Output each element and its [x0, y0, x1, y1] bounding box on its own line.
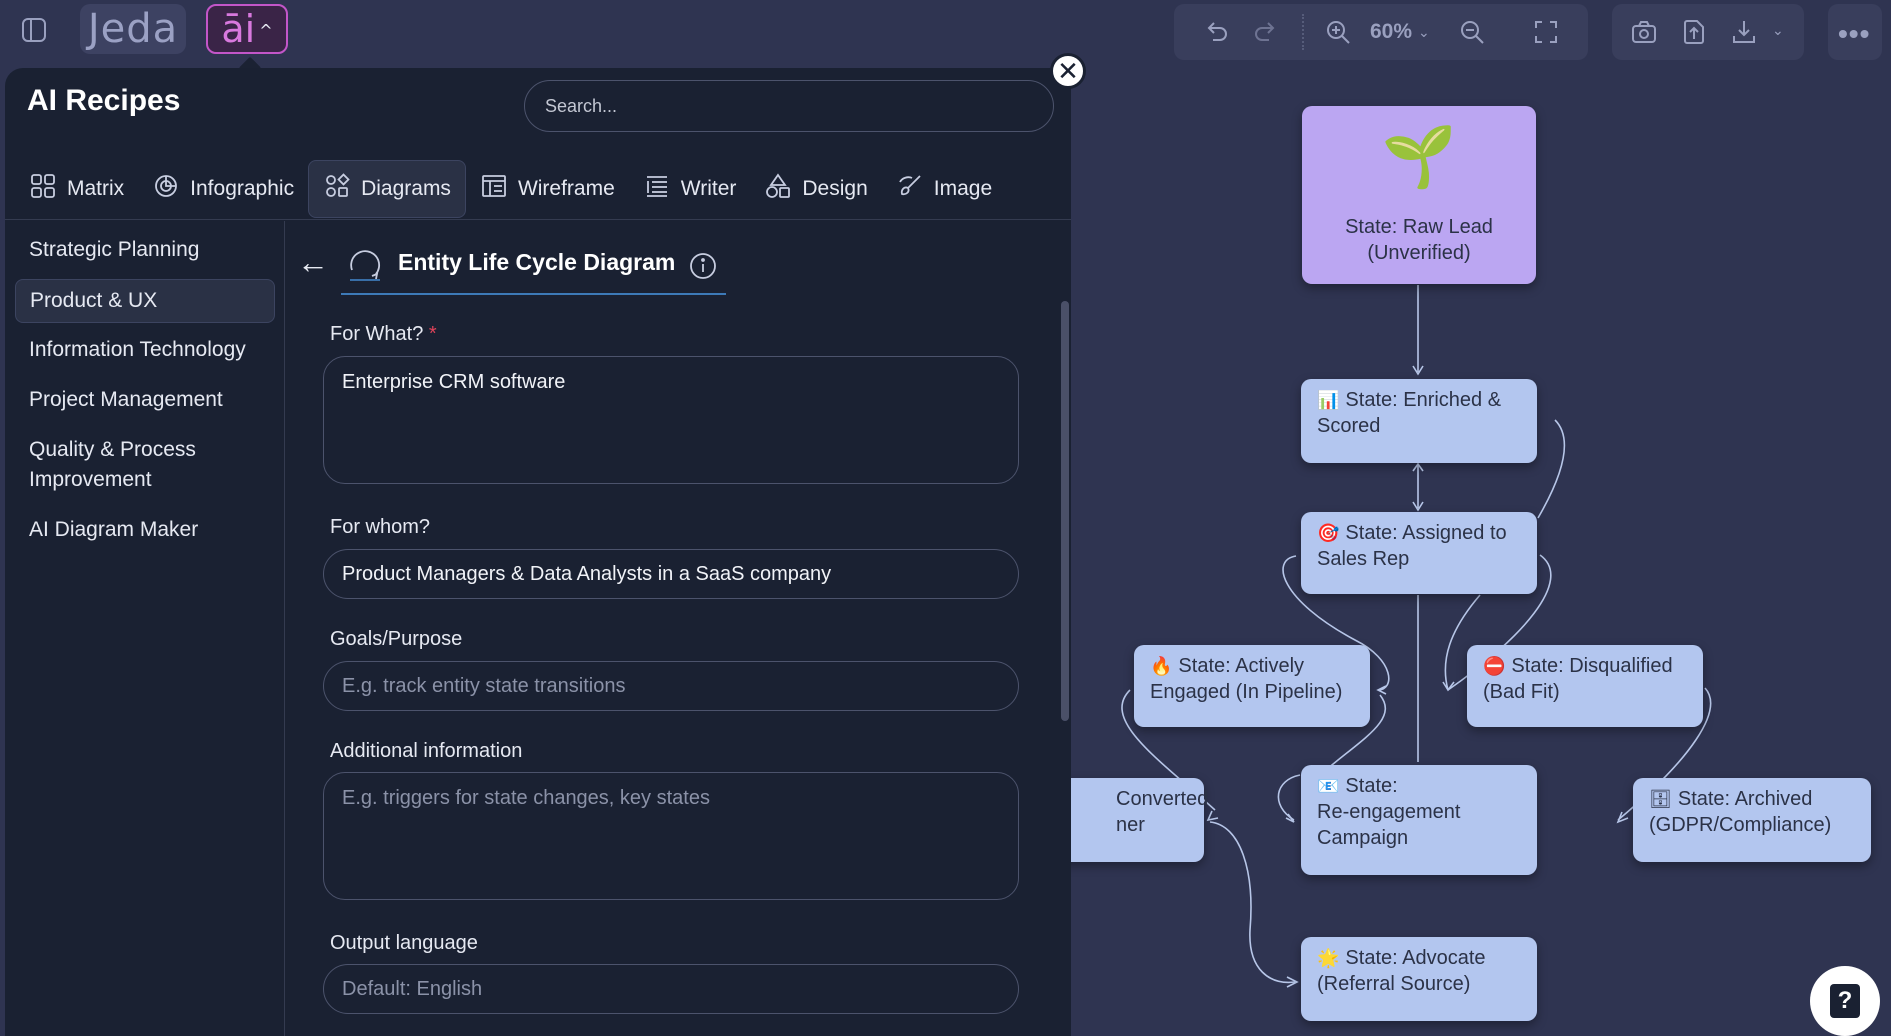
category-ai-diagram-maker[interactable]: AI Diagram Maker	[15, 509, 275, 551]
chart-icon: 📊	[1317, 390, 1340, 410]
info-icon[interactable]	[688, 251, 718, 286]
node-text: State: Advocate	[1345, 947, 1486, 969]
recipe-search-input[interactable]	[524, 80, 1054, 132]
tab-label: Design	[802, 176, 868, 200]
tab-infographic[interactable]: Infographic	[138, 160, 308, 218]
for-what-label: For What? *	[330, 323, 437, 346]
for-whom-label: For whom?	[330, 516, 431, 538]
recipe-title: Entity Life Cycle Diagram	[398, 249, 676, 275]
goals-label: Goals/Purpose	[330, 628, 463, 650]
tab-label: Image	[933, 176, 993, 200]
for-whom-field[interactable]	[323, 549, 1019, 599]
output-language-field[interactable]	[323, 964, 1019, 1014]
additional-info-field[interactable]	[323, 772, 1019, 900]
diagram-node-disqualified[interactable]: ⛔ State: Disqualified (Bad Fit)	[1467, 645, 1703, 727]
fire-icon: 🔥	[1150, 656, 1173, 676]
ai-recipes-panel: AI Recipes Matrix Infographic Diagrams W…	[5, 68, 1071, 1036]
lifecycle-icon	[346, 246, 384, 289]
node-text: (Referral Source)	[1317, 973, 1471, 995]
diagram-node-raw-lead[interactable]: 🌱 State: Raw Lead (Unverified)	[1302, 106, 1536, 284]
tab-writer[interactable]: Writer	[629, 160, 751, 218]
cabinet-icon: 🗄	[1649, 789, 1672, 809]
node-text: State: Actively	[1178, 655, 1305, 677]
goals-field[interactable]	[323, 661, 1019, 711]
node-text: State: Assigned to	[1345, 522, 1507, 544]
shapes-icon	[323, 172, 351, 206]
diagram-node-engaged[interactable]: 🔥 State: Actively Engaged (In Pipeline)	[1134, 645, 1370, 727]
node-text: ner	[1116, 814, 1145, 836]
close-icon: ✕	[1057, 56, 1079, 86]
panel-title: AI Recipes	[27, 84, 181, 117]
tab-label: Diagrams	[361, 176, 451, 200]
email-icon: 📧	[1317, 776, 1340, 796]
seedling-icon: 🌱	[1381, 123, 1457, 190]
tab-label: Matrix	[67, 176, 125, 200]
for-what-field[interactable]: Enterprise CRM software	[323, 356, 1019, 484]
tab-image[interactable]: Image	[882, 160, 1006, 218]
label-text: For What?	[330, 323, 424, 345]
target-icon: 🎯	[1317, 523, 1340, 543]
node-text: Engaged (In Pipeline)	[1150, 681, 1343, 703]
node-text: (GDPR/Compliance)	[1649, 814, 1832, 836]
diagram-node-reengagement[interactable]: 📧 State: Re-engagement Campaign	[1301, 765, 1537, 875]
node-text: Re-engagement	[1317, 801, 1461, 823]
tab-design[interactable]: Design	[750, 160, 881, 218]
node-text: (Bad Fit)	[1483, 681, 1560, 703]
wireframe-icon	[480, 172, 508, 206]
matrix-icon	[29, 172, 57, 206]
diagram-node-archived[interactable]: 🗄 State: Archived (GDPR/Compliance)	[1633, 778, 1871, 862]
node-text: Converted	[1116, 788, 1209, 810]
diagram-node-advocate[interactable]: 🌟 State: Advocate (Referral Source)	[1301, 937, 1537, 1021]
output-language-label: Output language	[330, 932, 478, 954]
diagram-node-enriched[interactable]: 📊 State: Enriched & Scored	[1301, 379, 1537, 463]
node-text: State:	[1345, 775, 1398, 797]
required-mark: *	[428, 323, 437, 345]
tab-wireframe[interactable]: Wireframe	[466, 160, 629, 218]
category-project-management[interactable]: Project Management	[15, 379, 275, 421]
tab-label: Writer	[680, 176, 737, 200]
category-product-ux[interactable]: Product & UX	[15, 279, 275, 323]
node-text: Sales Rep	[1317, 548, 1410, 570]
tab-label: Wireframe	[517, 176, 615, 200]
node-text: (Unverified)	[1367, 242, 1471, 264]
tab-matrix[interactable]: Matrix	[15, 160, 138, 218]
recipe-tabs: Matrix Infographic Diagrams Wireframe Wr…	[5, 158, 1071, 220]
back-arrow-icon[interactable]: ←	[297, 244, 329, 281]
design-icon	[764, 172, 792, 206]
writer-icon	[643, 172, 671, 206]
node-text: State: Disqualified	[1511, 655, 1673, 677]
brush-icon	[896, 172, 924, 206]
recipe-title-underline	[341, 293, 726, 295]
no-entry-icon: ⛔	[1483, 656, 1506, 676]
star-icon: 🌟	[1317, 948, 1340, 968]
category-sidebar: Strategic Planning Product & UX Informat…	[5, 221, 285, 1036]
node-text: State: Enriched &	[1345, 389, 1502, 411]
help-icon: ?	[1830, 984, 1860, 1018]
form-scrollbar[interactable]	[1061, 301, 1069, 721]
node-text: Scored	[1317, 415, 1381, 437]
diagram-node-assigned[interactable]: 🎯 State: Assigned to Sales Rep	[1301, 512, 1537, 594]
help-button[interactable]: ?	[1810, 966, 1880, 1036]
node-text: State: Archived	[1677, 788, 1813, 810]
additional-info-label: Additional information	[330, 740, 523, 762]
tab-diagrams[interactable]: Diagrams	[308, 159, 466, 218]
category-strategic-planning[interactable]: Strategic Planning	[15, 229, 275, 271]
category-quality-process[interactable]: Quality & Process Improvement	[15, 429, 215, 501]
close-panel-button[interactable]: ✕	[1050, 53, 1086, 89]
node-text: Campaign	[1317, 827, 1409, 849]
node-text: State: Raw Lead	[1345, 216, 1493, 238]
pie-chart-icon	[152, 172, 180, 206]
tab-label: Infographic	[190, 176, 295, 200]
category-information-technology[interactable]: Information Technology	[15, 329, 275, 371]
